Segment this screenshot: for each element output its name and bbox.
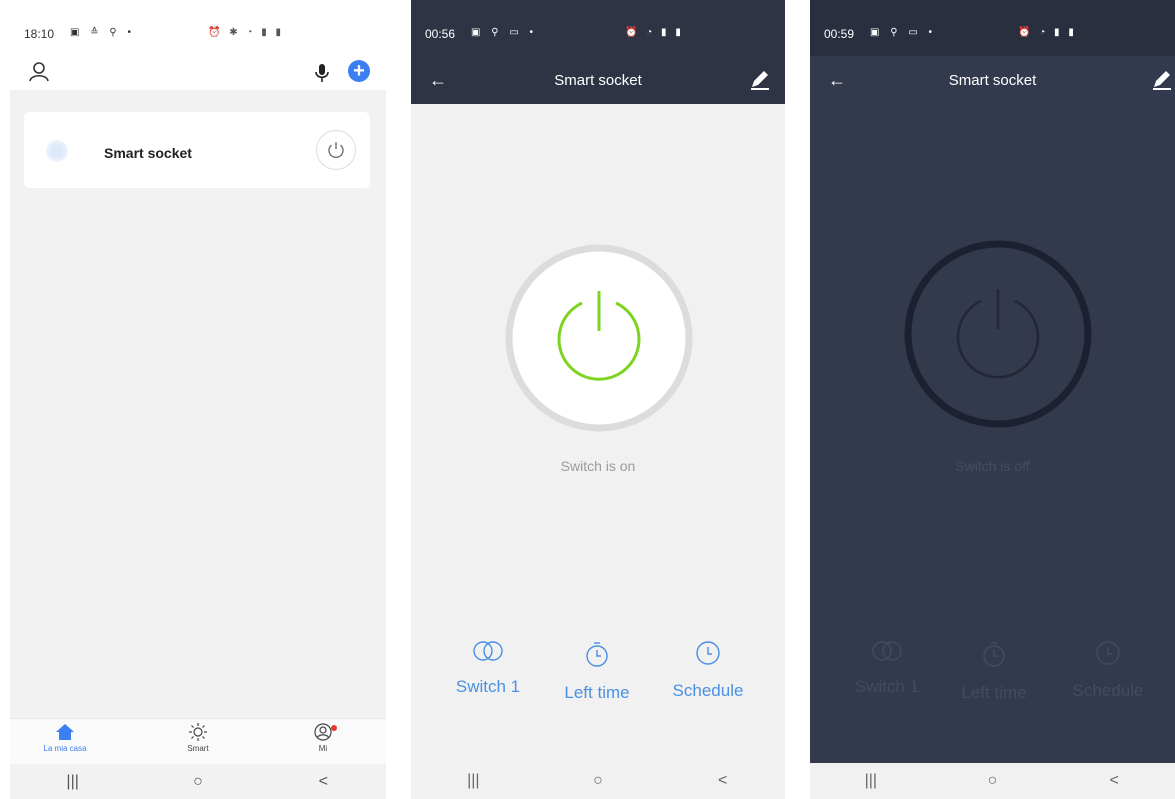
clock-icon: [1096, 641, 1120, 665]
sun-icon: [189, 723, 207, 741]
tab-me-label: Mi: [318, 744, 328, 753]
status-time: 00:59: [824, 27, 855, 41]
status-icons-left: ▣ ⚲ ▭ •: [870, 27, 937, 38]
tab-home[interactable]: La mia casa: [30, 723, 100, 753]
left-time-label: Left time: [961, 683, 1027, 702]
schedule-label: Schedule: [672, 681, 744, 700]
action-bar: Switch 1 Left time Schedule: [411, 640, 785, 710]
bottom-tab-bar: La mia casa Smart Mi: [10, 718, 386, 765]
add-device-button[interactable]: +: [348, 60, 370, 82]
app-header: ← Smart socket: [411, 56, 785, 104]
power-icon: [505, 244, 693, 432]
home-button[interactable]: ○: [962, 772, 1022, 790]
home-screen: 18:10 ▣ ≙ ⚲ • ⏰ ✱ ◔ ▮ ▮ + Smart socket L…: [10, 0, 386, 799]
power-button[interactable]: [901, 237, 1095, 436]
profile-icon: [314, 723, 332, 741]
switch-1-button[interactable]: Switch 1: [832, 640, 942, 697]
switch-status-text: Switch is off: [955, 458, 1030, 474]
recents-button[interactable]: |||: [43, 773, 103, 791]
home-button[interactable]: ○: [168, 773, 228, 791]
system-nav-bar: ||| ○ <: [810, 763, 1175, 799]
switch-1-label: Switch 1: [455, 677, 521, 696]
power-toggle-button[interactable]: [316, 130, 356, 170]
edit-icon[interactable]: [749, 68, 771, 90]
page-title: Smart socket: [554, 72, 642, 89]
status-icons-right: ⏰ ✱ ◔ ▮ ▮: [208, 27, 284, 38]
back-button[interactable]: <: [693, 772, 753, 790]
device-screen-off: 00:59 ▣ ⚲ ▭ • ⏰ ◔ ▮ ▮ ← Smart socket Swi…: [810, 0, 1175, 799]
back-button[interactable]: <: [293, 773, 353, 791]
switch-1-label: Switch 1: [854, 677, 920, 696]
schedule-button[interactable]: Schedule: [1053, 640, 1163, 701]
back-button[interactable]: <: [1084, 772, 1144, 790]
status-icons-left: ▣ ≙ ⚲ •: [70, 27, 135, 38]
user-icon[interactable]: [28, 60, 50, 82]
system-nav-bar: ||| ○ <: [411, 763, 785, 799]
action-bar: Switch 1 Left time Schedule: [810, 640, 1175, 710]
power-icon: [328, 142, 344, 159]
page-title: Smart socket: [948, 72, 1037, 89]
notification-dot: [331, 725, 337, 731]
timer-icon: [983, 642, 1005, 667]
power-button[interactable]: [502, 241, 696, 440]
schedule-button[interactable]: Schedule: [653, 640, 763, 701]
device-screen-on: 00:56 ▣ ⚲ ▭ • ⏰ ◔ ▮ ▮ ← Smart socket Swi…: [411, 0, 785, 799]
device-name: Smart socket: [104, 145, 192, 161]
left-time-button[interactable]: Left time: [939, 640, 1049, 703]
home-icon: [56, 724, 74, 740]
recents-button[interactable]: |||: [841, 772, 901, 790]
switch-toggle-icon: [473, 641, 503, 661]
device-icon: [46, 140, 68, 162]
home-button[interactable]: ○: [568, 772, 628, 790]
switch-toggle-icon: [872, 641, 902, 661]
status-icons-right: ⏰ ◔ ▮ ▮: [1018, 27, 1077, 38]
status-time: 00:56: [425, 27, 456, 41]
tab-smart-label: Smart: [187, 744, 209, 753]
tab-home-label: La mia casa: [43, 744, 87, 753]
clock-icon: [696, 641, 720, 665]
app-header: ← Smart socket: [810, 56, 1175, 104]
timer-icon: [586, 642, 608, 667]
status-icons-right: ⏰ ◔ ▮ ▮: [625, 27, 684, 38]
edit-icon[interactable]: [1151, 68, 1173, 90]
schedule-label: Schedule: [1072, 681, 1144, 700]
status-icons-left: ▣ ⚲ ▭ •: [471, 27, 538, 38]
microphone-icon[interactable]: [312, 62, 332, 84]
switch-status-text: Switch is on: [560, 458, 636, 474]
tab-smart[interactable]: Smart: [163, 723, 233, 753]
recents-button[interactable]: |||: [443, 772, 503, 790]
system-nav-bar: ||| ○ <: [10, 764, 386, 799]
status-time: 18:10: [24, 27, 55, 41]
status-bar: 00:56 ▣ ⚲ ▭ • ⏰ ◔ ▮ ▮: [411, 0, 785, 56]
left-time-label: Left time: [564, 683, 630, 702]
device-card[interactable]: Smart socket: [24, 112, 370, 188]
status-bar: 00:59 ▣ ⚲ ▭ • ⏰ ◔ ▮ ▮: [810, 0, 1175, 56]
left-time-button[interactable]: Left time: [542, 640, 652, 703]
status-bar: 18:10 ▣ ≙ ⚲ • ⏰ ✱ ◔ ▮ ▮ +: [10, 0, 386, 90]
power-icon: [904, 240, 1092, 428]
tab-me[interactable]: Mi: [288, 723, 358, 753]
switch-1-button[interactable]: Switch 1: [433, 640, 543, 697]
